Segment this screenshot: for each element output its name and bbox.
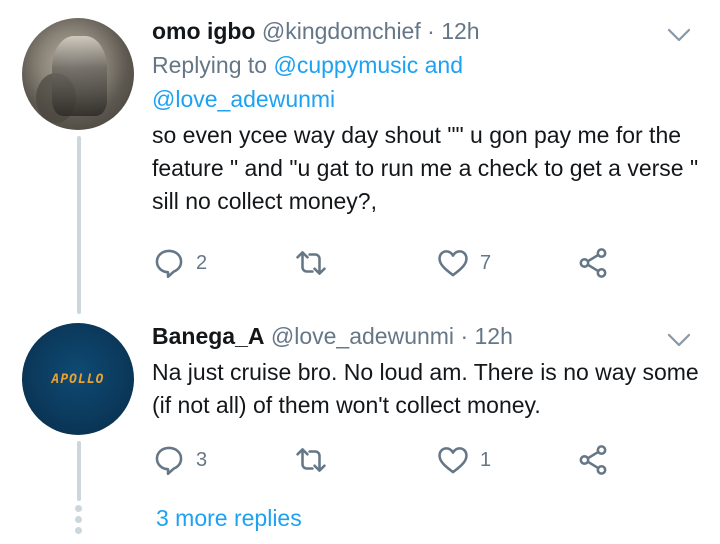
tweet-text: so even ycee way day shout "" u gon pay … — [152, 122, 699, 214]
tweet-content: Banega_A @love_adewunmi · 12h Na just cr… — [152, 319, 700, 422]
timestamp[interactable]: 12h — [441, 18, 479, 44]
thread-dots-icon — [75, 505, 83, 538]
separator: · — [427, 18, 435, 44]
replying-to-user[interactable]: @love_adewunmi — [152, 86, 335, 112]
share-button[interactable] — [576, 440, 610, 480]
tweet-header: Banega_A @love_adewunmi · 12h — [152, 319, 700, 353]
retweet-icon — [296, 251, 326, 275]
reply-icon — [155, 446, 183, 476]
chevron-down-icon[interactable] — [664, 325, 694, 355]
retweet-button[interactable] — [294, 243, 338, 283]
tweet-actions: 3 1 — [152, 440, 672, 480]
author-name[interactable]: omo igbo — [152, 18, 255, 44]
separator: · — [460, 323, 469, 349]
reply-count: 2 — [196, 251, 208, 274]
tweet-text: Na just cruise bro. No loud am. There is… — [152, 359, 699, 418]
reply-button[interactable]: 3 — [152, 440, 207, 480]
author-handle[interactable]: @love_adewunmi — [271, 323, 454, 349]
reply-button[interactable]: 2 — [152, 243, 207, 283]
tweet-content: omo igbo @kingdomchief · 12h Replying to… — [152, 14, 700, 218]
like-icon — [438, 250, 468, 277]
reply-icon — [155, 249, 183, 279]
tweet[interactable]: APOLLO Banega_A @love_adewunmi · 12h Na … — [0, 305, 720, 501]
avatar[interactable]: APOLLO — [22, 323, 134, 435]
like-button[interactable]: 1 — [436, 440, 491, 480]
retweet-icon — [296, 448, 326, 472]
replying-to: Replying to @cuppymusic and — [152, 48, 700, 82]
like-button[interactable]: 7 — [436, 243, 491, 283]
reply-count: 3 — [196, 448, 208, 471]
replying-to-label: Replying to — [152, 52, 268, 78]
author-name[interactable]: Banega_A — [152, 323, 264, 349]
replying-to-line-2: @love_adewunmi — [152, 82, 700, 116]
avatar-photo-figure — [52, 36, 107, 116]
more-replies-link[interactable]: 3 more replies — [156, 505, 302, 532]
chevron-down-icon[interactable] — [664, 20, 694, 50]
tweet-header: omo igbo @kingdomchief · 12h — [152, 14, 700, 48]
more-replies-row[interactable]: 3 more replies — [0, 495, 720, 544]
share-icon — [579, 248, 607, 278]
tweet[interactable]: omo igbo @kingdomchief · 12h Replying to… — [0, 0, 720, 314]
avatar[interactable] — [22, 18, 134, 130]
replying-to-users[interactable]: @cuppymusic and — [273, 52, 463, 78]
author-handle[interactable]: @kingdomchief — [262, 18, 421, 44]
avatar-logo-text: APOLLO — [51, 371, 105, 387]
thread-line — [77, 136, 81, 314]
thread-line — [77, 441, 81, 501]
timestamp[interactable]: 12h — [475, 323, 513, 349]
like-icon — [438, 447, 468, 474]
tweet-actions: 2 7 — [152, 243, 672, 283]
retweet-button[interactable] — [294, 440, 338, 480]
share-button[interactable] — [576, 243, 610, 283]
like-count: 7 — [480, 251, 492, 274]
share-icon — [579, 445, 607, 475]
like-count: 1 — [480, 448, 492, 471]
